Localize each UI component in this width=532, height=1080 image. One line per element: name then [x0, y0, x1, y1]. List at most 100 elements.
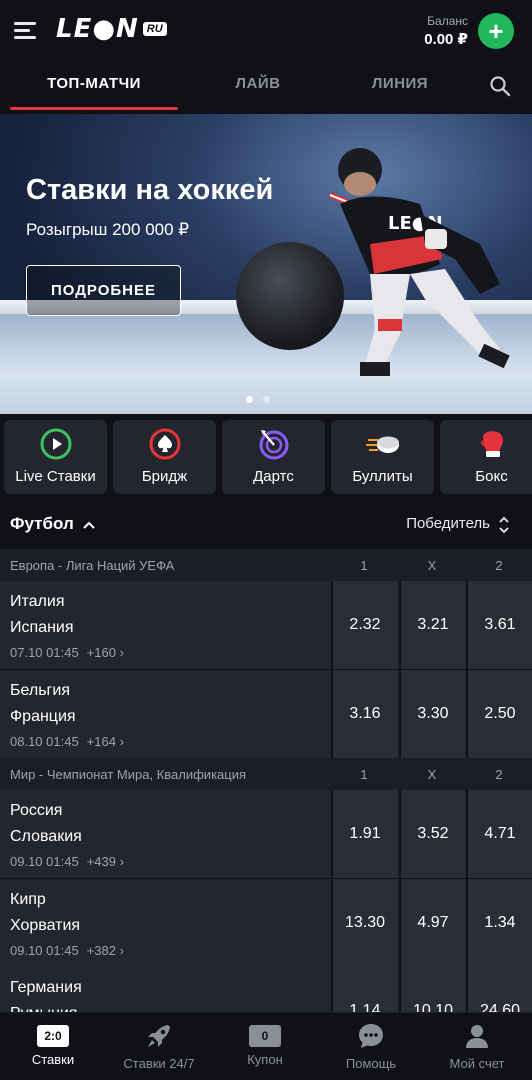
league-name: Мир - Чемпионат Мира, Квалификация: [10, 767, 247, 782]
match-time: 08.10 01:45: [10, 734, 79, 749]
more-markets-count: +439: [86, 854, 116, 869]
nav-label: Мой счет: [449, 1056, 505, 1071]
coupon-count-icon: 0: [249, 1025, 281, 1047]
nav-label: Ставки 24/7: [123, 1056, 195, 1071]
match-row[interactable]: Италия Испания 07.10 01:45 +160 › 2.32 3.…: [0, 581, 532, 669]
match-row[interactable]: Россия Словакия 09.10 01:45 +439 › 1.91 3…: [0, 790, 532, 878]
match-teams: Кипр Хорватия 09.10 01:45 +382 ›: [10, 887, 124, 958]
match-time: 09.10 01:45: [10, 943, 79, 958]
odd-button-x[interactable]: 3.21: [399, 581, 465, 669]
col-label-x: X: [427, 558, 437, 573]
col-label-2: 2: [495, 558, 503, 573]
odd-button-x[interactable]: 3.52: [399, 790, 465, 878]
match-teams: Италия Испания 07.10 01:45 +160 ›: [10, 589, 124, 660]
col-label-x: X: [427, 767, 437, 782]
banner-more-button[interactable]: ПОДРОБНЕЕ: [26, 265, 181, 316]
more-markets-link[interactable]: +160 ›: [87, 645, 124, 660]
nav-bets-247[interactable]: Ставки 24/7: [106, 1013, 212, 1080]
tab-line[interactable]: ЛИНИЯ: [330, 64, 470, 110]
team-home: Италия: [10, 593, 65, 610]
chevron-up-icon[interactable]: [82, 520, 96, 530]
sport-boxing[interactable]: Бокс: [440, 420, 532, 494]
odd-button-2[interactable]: 1.34: [466, 879, 532, 967]
promo-banner[interactable]: LE●N Ставки на хоккей Розыгрыш 200 000 ₽…: [0, 114, 532, 414]
logo-text: LE●N: [56, 14, 139, 44]
banner-subtitle: Розыгрыш 200 000 ₽: [26, 220, 190, 239]
main-tabs: ТОП-МАТЧИ ЛАЙВ ЛИНИЯ: [0, 64, 532, 112]
banner-pagination: [246, 396, 270, 403]
more-markets-count: +164: [86, 734, 116, 749]
nav-label: Купон: [247, 1052, 283, 1067]
more-markets-link[interactable]: +382 ›: [87, 943, 124, 958]
sport-label: Бокс: [475, 468, 508, 485]
team-away: Испания: [10, 619, 74, 636]
banner-dot[interactable]: [263, 396, 270, 403]
odd-button-2[interactable]: 2.50: [466, 670, 532, 758]
nav-bets[interactable]: 2:0 Ставки: [0, 1013, 106, 1080]
col-label-1: 1: [360, 767, 368, 782]
user-icon: [466, 1025, 488, 1048]
app-header: LE●N RU Баланс 0.00 ₽ +: [0, 0, 532, 64]
chevron-right-icon: ›: [119, 645, 124, 660]
deposit-button[interactable]: +: [478, 13, 514, 49]
chevron-right-icon: ›: [119, 943, 124, 958]
search-icon[interactable]: [488, 74, 512, 98]
bottom-navigation: 2:0 Ставки Ставки 24/7 0 Купон Помощь Мо…: [0, 1012, 532, 1080]
leon-logo[interactable]: LE●N RU: [56, 14, 167, 44]
team-home: Германия: [10, 979, 82, 996]
match-row[interactable]: Бельгия Франция 08.10 01:45 +164 › 3.16 3…: [0, 670, 532, 758]
col-label-1: 1: [360, 558, 368, 573]
match-meta: 07.10 01:45 +160 ›: [10, 645, 124, 660]
sport-live-bets[interactable]: Live Ставки: [4, 420, 107, 494]
sport-darts[interactable]: Дартс: [222, 420, 325, 494]
hockey-player-image: LE●N: [330, 148, 510, 376]
odd-button-1[interactable]: 13.30: [331, 879, 397, 967]
match-time: 09.10 01:45: [10, 854, 79, 869]
match-meta: 08.10 01:45 +164 ›: [10, 734, 124, 749]
odd-button-2[interactable]: 3.61: [466, 581, 532, 669]
team-away: Хорватия: [10, 917, 81, 934]
tab-top-matches[interactable]: ТОП-МАТЧИ: [10, 64, 178, 110]
more-markets-link[interactable]: +439 ›: [87, 854, 124, 869]
team-away: Франция: [10, 708, 76, 725]
sport-bridge[interactable]: Бридж: [113, 420, 216, 494]
nav-account[interactable]: Мой счет: [424, 1013, 530, 1080]
match-meta: 09.10 01:45 +439 ›: [10, 854, 124, 869]
tab-live[interactable]: ЛАЙВ: [188, 64, 328, 110]
rocket-icon: [148, 1025, 170, 1047]
logo-suffix: RU: [142, 22, 167, 36]
sport-label: Буллиты: [352, 468, 413, 485]
section-title[interactable]: Футбол: [10, 514, 74, 534]
odd-button-2[interactable]: 4.71: [466, 790, 532, 878]
sport-label: Live Ставки: [15, 468, 96, 485]
more-markets-count: +382: [86, 943, 116, 958]
odd-button-1[interactable]: 2.32: [331, 581, 397, 669]
chevron-right-icon: ›: [119, 854, 124, 869]
odd-button-1[interactable]: 1.91: [331, 790, 397, 878]
odd-button-x[interactable]: 3.30: [399, 670, 465, 758]
menu-icon[interactable]: [12, 18, 38, 42]
match-row[interactable]: Кипр Хорватия 09.10 01:45 +382 › 13.30 4.…: [0, 879, 532, 967]
league-name: Европа - Лига Наций УЕФА: [10, 558, 175, 573]
match-meta: 09.10 01:45 +382 ›: [10, 943, 124, 958]
more-markets-link[interactable]: +164 ›: [87, 734, 124, 749]
nav-label: Помощь: [345, 1056, 397, 1071]
balance-value: 0.00 ₽: [424, 31, 468, 48]
match-teams: Бельгия Франция 08.10 01:45 +164 ›: [10, 678, 124, 749]
odd-button-x[interactable]: 4.97: [399, 879, 465, 967]
market-select[interactable]: Победитель: [406, 515, 490, 532]
banner-dot[interactable]: [246, 396, 253, 403]
balance-label: Баланс: [427, 14, 468, 28]
darts-icon: [259, 430, 288, 460]
sport-label: Дартс: [253, 468, 294, 485]
match-time: 07.10 01:45: [10, 645, 79, 660]
col-label-2: 2: [495, 767, 503, 782]
nav-help[interactable]: Помощь: [318, 1013, 424, 1080]
team-away: Словакия: [10, 828, 82, 845]
odd-button-1[interactable]: 3.16: [331, 670, 397, 758]
balance[interactable]: Баланс 0.00 ₽: [424, 14, 468, 48]
sort-updown-icon[interactable]: [498, 515, 510, 535]
more-markets-count: +160: [86, 645, 116, 660]
sport-shootouts[interactable]: Буллиты: [331, 420, 434, 494]
nav-coupon[interactable]: 0 Купон: [212, 1013, 318, 1080]
